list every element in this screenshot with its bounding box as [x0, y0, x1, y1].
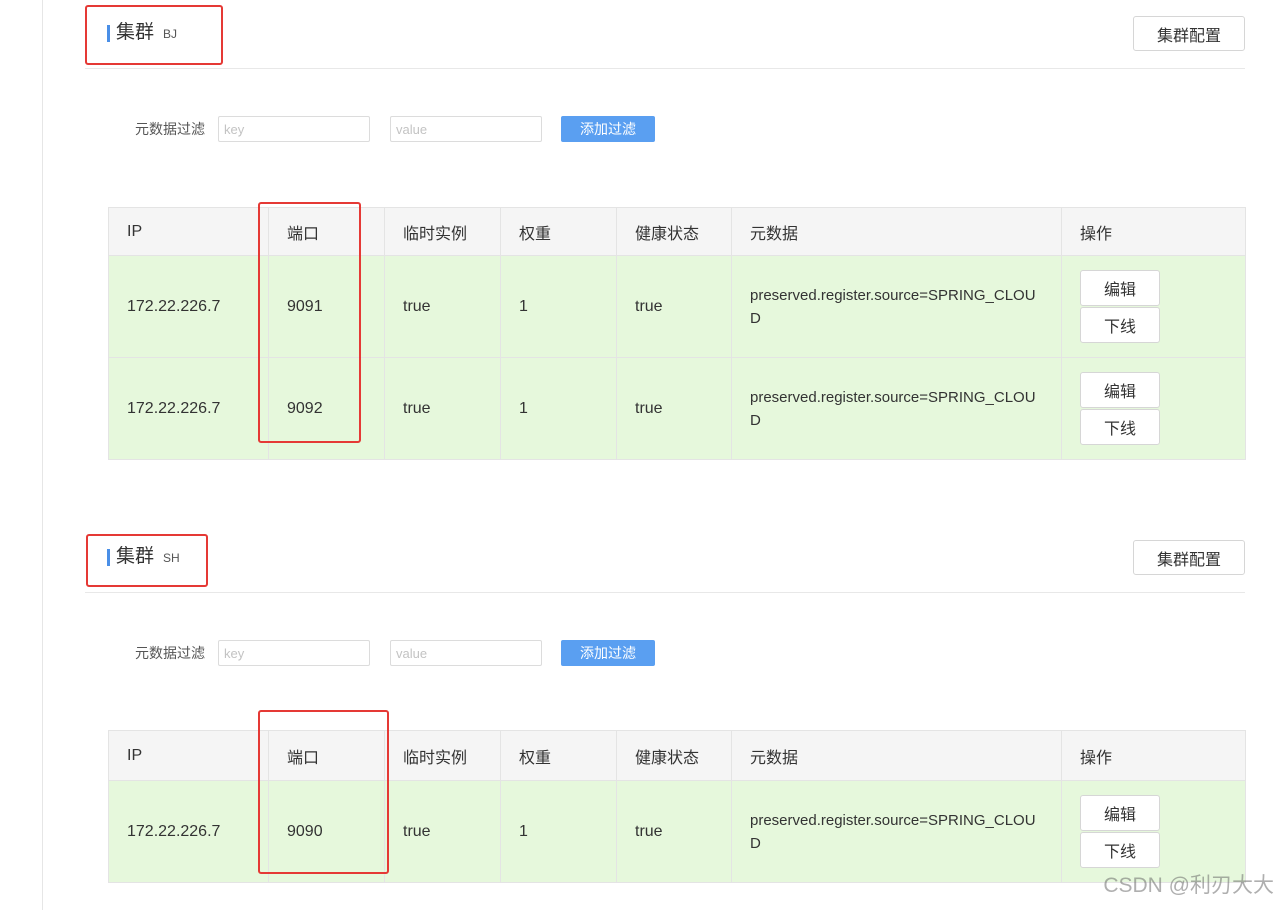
cluster-section-sh: 集群 SH 集群配置 元数据过滤 添加过滤 IP 端口 临时实例 权重 健康状态 [85, 524, 1246, 894]
instance-weight: 1 [500, 357, 617, 460]
instances-table: IP 端口 临时实例 权重 健康状态 元数据 操作 172.22.226.7 9… [108, 207, 1246, 460]
column-header-ephemeral: 临时实例 [384, 207, 501, 256]
instance-ephemeral: true [384, 357, 501, 460]
section-divider [85, 592, 1245, 593]
column-header-port: 端口 [268, 207, 385, 256]
cluster-title: 集群 [116, 22, 155, 43]
column-header-weight: 权重 [500, 207, 617, 256]
column-header-metadata: 元数据 [731, 730, 1062, 781]
instance-metadata: preserved.register.source=SPRING_CLOUD [731, 780, 1062, 883]
metadata-filter: 元数据过滤 添加过滤 [85, 116, 685, 142]
instance-port: 9092 [268, 357, 385, 460]
table-header-row: IP 端口 临时实例 权重 健康状态 元数据 操作 [108, 730, 1246, 781]
add-filter-button[interactable]: 添加过滤 [561, 640, 655, 666]
column-header-ip: IP [108, 730, 269, 781]
instance-metadata: preserved.register.source=SPRING_CLOUD [731, 357, 1062, 460]
filter-value-input[interactable] [390, 116, 542, 142]
instance-ip: 172.22.226.7 [108, 780, 269, 883]
instance-ip: 172.22.226.7 [108, 255, 269, 358]
offline-button[interactable]: 下线 [1080, 832, 1160, 868]
cluster-heading: 集群 SH [107, 544, 180, 570]
instance-weight: 1 [500, 780, 617, 883]
section-divider [85, 68, 1245, 69]
instance-ephemeral: true [384, 255, 501, 358]
cluster-title: 集群 [116, 546, 155, 567]
cluster-name: BJ [163, 27, 178, 41]
offline-button[interactable]: 下线 [1080, 409, 1160, 445]
column-header-port: 端口 [268, 730, 385, 781]
instance-ip: 172.22.226.7 [108, 357, 269, 460]
metadata-filter-label: 元数据过滤 [135, 121, 205, 137]
filter-key-input[interactable] [218, 640, 370, 666]
cluster-name: SH [163, 551, 180, 565]
add-filter-button[interactable]: 添加过滤 [561, 116, 655, 142]
offline-button[interactable]: 下线 [1080, 307, 1160, 343]
instance-healthy: true [616, 780, 732, 883]
instance-actions: 编辑 下线 [1061, 357, 1246, 460]
filter-value-input[interactable] [390, 640, 542, 666]
instance-weight: 1 [500, 255, 617, 358]
filter-key-input[interactable] [218, 116, 370, 142]
instances-table: IP 端口 临时实例 权重 健康状态 元数据 操作 172.22.226.7 9… [108, 730, 1246, 883]
instance-metadata: preserved.register.source=SPRING_CLOUD [731, 255, 1062, 358]
instance-port: 9091 [268, 255, 385, 358]
instance-actions: 编辑 下线 [1061, 780, 1246, 883]
column-header-actions: 操作 [1061, 730, 1246, 781]
cluster-heading: 集群 BJ [107, 20, 177, 46]
column-header-healthy: 健康状态 [616, 730, 732, 781]
metadata-filter: 元数据过滤 添加过滤 [85, 640, 685, 666]
column-header-actions: 操作 [1061, 207, 1246, 256]
content-left-border [42, 0, 43, 910]
instance-healthy: true [616, 357, 732, 460]
metadata-filter-label: 元数据过滤 [135, 645, 205, 661]
column-header-ip: IP [108, 207, 269, 256]
table-row: 172.22.226.7 9091 true 1 true preserved.… [108, 255, 1246, 358]
edit-button[interactable]: 编辑 [1080, 795, 1160, 831]
instance-healthy: true [616, 255, 732, 358]
table-header-row: IP 端口 临时实例 权重 健康状态 元数据 操作 [108, 207, 1246, 256]
table-row: 172.22.226.7 9092 true 1 true preserved.… [108, 357, 1246, 460]
column-header-ephemeral: 临时实例 [384, 730, 501, 781]
cluster-config-button[interactable]: 集群配置 [1133, 540, 1245, 575]
column-header-metadata: 元数据 [731, 207, 1062, 256]
title-accent-bar [107, 548, 110, 566]
column-header-healthy: 健康状态 [616, 207, 732, 256]
instance-ephemeral: true [384, 780, 501, 883]
cluster-config-button[interactable]: 集群配置 [1133, 16, 1245, 51]
instance-actions: 编辑 下线 [1061, 255, 1246, 358]
edit-button[interactable]: 编辑 [1080, 270, 1160, 306]
title-accent-bar [107, 24, 110, 42]
table-row: 172.22.226.7 9090 true 1 true preserved.… [108, 780, 1246, 883]
instance-port: 9090 [268, 780, 385, 883]
cluster-section-bj: 集群 BJ 集群配置 元数据过滤 添加过滤 IP 端口 临时实例 权重 健康状态 [85, 0, 1246, 470]
edit-button[interactable]: 编辑 [1080, 372, 1160, 408]
column-header-weight: 权重 [500, 730, 617, 781]
